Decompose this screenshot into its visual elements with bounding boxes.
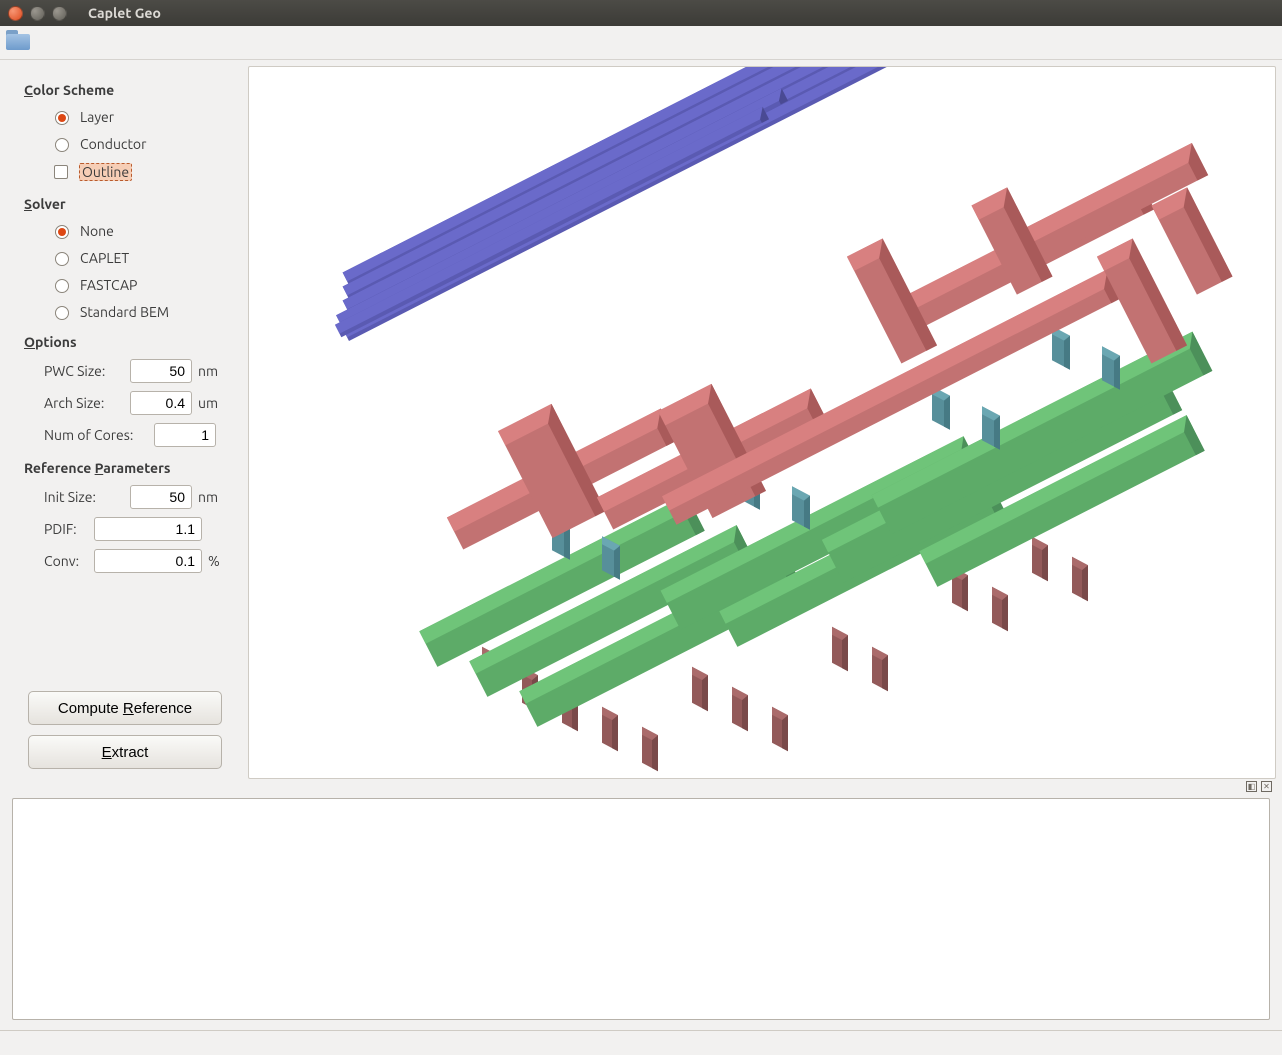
extract-button[interactable]: Extract bbox=[28, 735, 222, 769]
pwc-size-unit: nm bbox=[198, 363, 218, 379]
arch-size-unit: um bbox=[198, 395, 218, 411]
solver-fastcap-radio[interactable]: FASTCAP bbox=[30, 272, 234, 297]
radio-caplet-label: CAPLET bbox=[80, 250, 129, 266]
radio-conductor-label: Conductor bbox=[80, 136, 146, 152]
color-scheme-conductor-radio[interactable]: Conductor bbox=[30, 131, 234, 156]
window-minimize-button[interactable] bbox=[30, 6, 45, 21]
init-size-unit: nm bbox=[198, 489, 218, 505]
pdif-row: PDIF: bbox=[30, 514, 234, 544]
arch-size-label: Arch Size: bbox=[44, 395, 124, 411]
radio-fastcap[interactable] bbox=[55, 279, 69, 293]
window-title: Caplet Geo bbox=[88, 5, 161, 21]
outline-label: Outline bbox=[79, 163, 132, 181]
solver-caplet-radio[interactable]: CAPLET bbox=[30, 245, 234, 270]
arch-size-input[interactable] bbox=[130, 391, 192, 415]
outline-checkbox-row[interactable]: Outline bbox=[30, 158, 234, 186]
window-titlebar: Caplet Geo bbox=[0, 0, 1282, 26]
side-panel: Color Scheme Layer Conductor Outline Sol… bbox=[0, 60, 248, 779]
3d-viewport[interactable] bbox=[248, 66, 1276, 779]
pwc-size-input[interactable] bbox=[130, 359, 192, 383]
conv-input[interactable] bbox=[94, 549, 202, 573]
window-maximize-button[interactable] bbox=[52, 6, 67, 21]
log-output[interactable] bbox=[12, 798, 1270, 1020]
radio-layer-label: Layer bbox=[80, 109, 114, 125]
outline-checkbox[interactable] bbox=[54, 165, 68, 179]
radio-stdbem-label: Standard BEM bbox=[80, 304, 169, 320]
num-cores-input[interactable] bbox=[154, 423, 216, 447]
init-size-input[interactable] bbox=[130, 485, 192, 509]
compute-reference-button[interactable]: Compute Reference bbox=[28, 691, 222, 725]
num-cores-label: Num of Cores: bbox=[44, 427, 148, 443]
solver-none-radio[interactable]: None bbox=[30, 218, 234, 243]
pwc-size-label: PWC Size: bbox=[44, 363, 124, 379]
solver-title: Solver bbox=[24, 196, 234, 212]
init-size-label: Init Size: bbox=[44, 489, 124, 505]
options-title: Options bbox=[24, 334, 234, 350]
toolbar bbox=[0, 26, 1282, 60]
pwc-size-row: PWC Size: nm bbox=[30, 356, 234, 386]
ref-params-title: Reference Parameters bbox=[24, 460, 234, 476]
pdif-label: PDIF: bbox=[44, 521, 88, 537]
radio-stdbem[interactable] bbox=[55, 306, 69, 320]
radio-fastcap-label: FASTCAP bbox=[80, 277, 137, 293]
init-size-row: Init Size: nm bbox=[30, 482, 234, 512]
radio-none[interactable] bbox=[55, 225, 69, 239]
solver-stdbem-radio[interactable]: Standard BEM bbox=[30, 299, 234, 324]
pdif-input[interactable] bbox=[94, 517, 202, 541]
conv-row: Conv: % bbox=[30, 546, 234, 576]
conv-label: Conv: bbox=[44, 553, 88, 569]
radio-conductor[interactable] bbox=[55, 138, 69, 152]
color-scheme-layer-radio[interactable]: Layer bbox=[30, 104, 234, 129]
open-file-icon[interactable] bbox=[6, 34, 30, 52]
layout-3d-render bbox=[312, 131, 1212, 771]
arch-size-row: Arch Size: um bbox=[30, 388, 234, 418]
status-bar bbox=[0, 1030, 1282, 1052]
radio-none-label: None bbox=[80, 223, 114, 239]
num-cores-row: Num of Cores: bbox=[30, 420, 234, 450]
radio-layer[interactable] bbox=[55, 111, 69, 125]
conv-unit: % bbox=[208, 553, 220, 569]
dock-detach-icon[interactable]: ◧ bbox=[1246, 781, 1257, 792]
dock-controls: ◧ ✕ bbox=[0, 779, 1282, 792]
window-close-button[interactable] bbox=[8, 6, 23, 21]
dock-close-icon[interactable]: ✕ bbox=[1261, 781, 1272, 792]
color-scheme-title: Color Scheme bbox=[24, 82, 234, 98]
radio-caplet[interactable] bbox=[55, 252, 69, 266]
